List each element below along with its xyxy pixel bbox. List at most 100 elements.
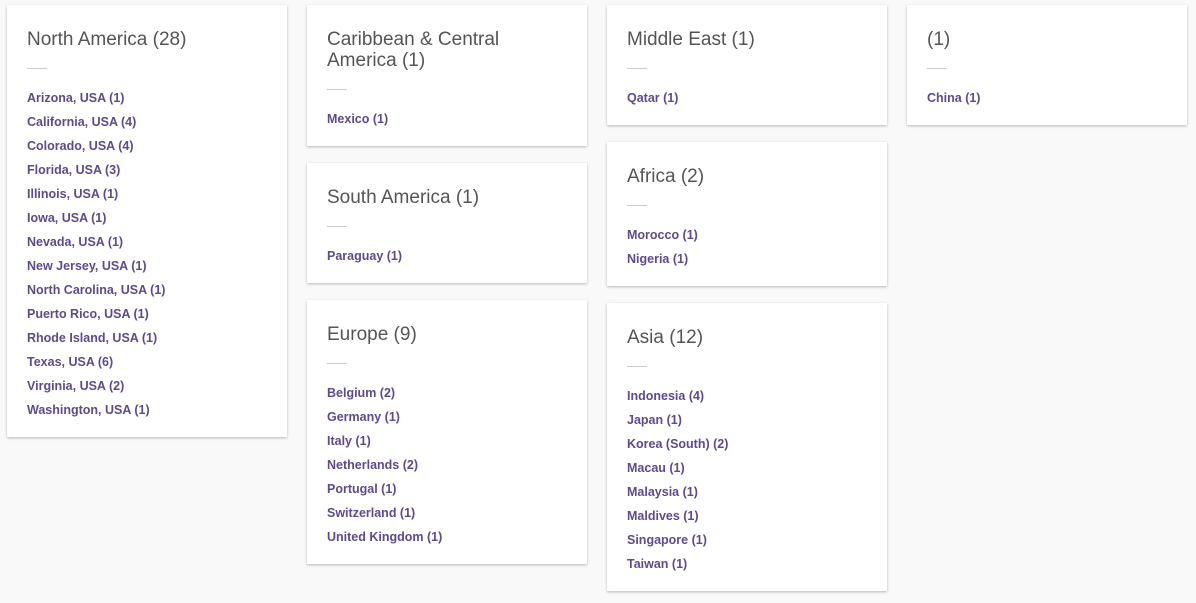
- list-item: Taiwan (1): [627, 552, 867, 576]
- list-item: Switzerland (1): [327, 501, 567, 525]
- list-item: Japan (1): [627, 408, 867, 432]
- list-item: Germany (1): [327, 405, 567, 429]
- location-link-belgium[interactable]: Belgium (2): [327, 381, 567, 405]
- column-0: North America (28) Arizona, USA (1) Califo…: [7, 5, 287, 454]
- location-link-washington-usa[interactable]: Washington, USA (1): [27, 398, 267, 422]
- title-divider: [327, 89, 347, 90]
- region-title: (1): [927, 29, 951, 50]
- list-item: Korea (South) (2): [627, 432, 867, 456]
- list-item: Iowa, USA (1): [27, 206, 267, 230]
- location-link-florida-usa[interactable]: Florida, USA (3): [27, 158, 267, 182]
- list-item: Nevada, USA (1): [27, 230, 267, 254]
- list-item: Maldives (1): [627, 504, 867, 528]
- column-2: Middle East (1) Qatar (1) Africa (2) Morocc…: [607, 5, 887, 603]
- location-link-texas-usa[interactable]: Texas, USA (6): [27, 350, 267, 374]
- region-title: Europe (9): [327, 324, 417, 345]
- region-title: South America (1): [327, 187, 480, 208]
- location-link-nigeria[interactable]: Nigeria (1): [627, 247, 867, 271]
- list-item: Qatar (1): [627, 86, 867, 110]
- location-link-new-jersey-usa[interactable]: New Jersey, USA (1): [27, 254, 267, 278]
- location-link-iowa-usa[interactable]: Iowa, USA (1): [27, 206, 267, 230]
- list-item: Indonesia (4): [627, 384, 867, 408]
- list-item: Rhode Island, USA (1): [27, 326, 267, 350]
- location-link-illinois-usa[interactable]: Illinois, USA (1): [27, 182, 267, 206]
- location-link-virginia-usa[interactable]: Virginia, USA (2): [27, 374, 267, 398]
- location-list: Mexico (1): [327, 107, 567, 131]
- location-link-taiwan[interactable]: Taiwan (1): [627, 552, 867, 576]
- list-item: Macau (1): [627, 456, 867, 480]
- title-divider: [327, 226, 347, 227]
- location-list: Paraguay (1): [327, 244, 567, 268]
- list-item: Malaysia (1): [627, 480, 867, 504]
- list-item: Puerto Rico, USA (1): [27, 302, 267, 326]
- region-card-asia: Asia (12) Indonesia (4) Japan (1) Korea (So…: [607, 303, 887, 591]
- location-list: China (1): [927, 86, 1167, 110]
- location-link-morocco[interactable]: Morocco (1): [627, 223, 867, 247]
- location-link-japan[interactable]: Japan (1): [627, 408, 867, 432]
- list-item: Netherlands (2): [327, 453, 567, 477]
- title-divider: [627, 205, 647, 206]
- region-card-europe: Europe (9) Belgium (2) Germany (1) Italy (1…: [307, 300, 587, 564]
- location-link-united-kingdom[interactable]: United Kingdom (1): [327, 525, 567, 549]
- location-link-italy[interactable]: Italy (1): [327, 429, 567, 453]
- list-item: Singapore (1): [627, 528, 867, 552]
- location-link-singapore[interactable]: Singapore (1): [627, 528, 867, 552]
- list-item: Virginia, USA (2): [27, 374, 267, 398]
- list-item: California, USA (4): [27, 110, 267, 134]
- location-link-qatar[interactable]: Qatar (1): [627, 86, 867, 110]
- list-item: Belgium (2): [327, 381, 567, 405]
- list-item: Paraguay (1): [327, 244, 567, 268]
- location-link-california-usa[interactable]: California, USA (4): [27, 110, 267, 134]
- title-divider: [927, 68, 947, 69]
- location-link-korea[interactable]: Korea (South) (2): [627, 432, 867, 456]
- location-link-china[interactable]: China (1): [927, 86, 1167, 110]
- list-item: United Kingdom (1): [327, 525, 567, 549]
- location-link-netherlands[interactable]: Netherlands (2): [327, 453, 567, 477]
- region-card-south-america: South America (1) Paraguay (1): [307, 163, 587, 283]
- location-link-colorado-usa[interactable]: Colorado, USA (4): [27, 134, 267, 158]
- column-3: (1) China (1): [907, 5, 1187, 142]
- list-item: Mexico (1): [327, 107, 567, 131]
- region-title: North America (28): [27, 29, 187, 50]
- location-link-maldives[interactable]: Maldives (1): [627, 504, 867, 528]
- location-list: Qatar (1): [627, 86, 867, 110]
- region-title: Asia (12): [627, 327, 704, 348]
- location-link-rhode-island-usa[interactable]: Rhode Island, USA (1): [27, 326, 267, 350]
- region-title: Caribbean & Central America (1): [327, 29, 500, 71]
- list-item: Nigeria (1): [627, 247, 867, 271]
- title-divider: [27, 68, 47, 69]
- location-link-malaysia[interactable]: Malaysia (1): [627, 480, 867, 504]
- list-item: New Jersey, USA (1): [27, 254, 267, 278]
- location-list: Arizona, USA (1) California, USA (4) Color…: [27, 86, 267, 422]
- location-link-mexico[interactable]: Mexico (1): [327, 107, 567, 131]
- list-item: Arizona, USA (1): [27, 86, 267, 110]
- region-card-africa: Africa (2) Morocco (1) Nigeria (1): [607, 142, 887, 286]
- region-card-unnamed: (1) China (1): [907, 5, 1187, 125]
- region-card-caribbean-central-america: Caribbean & Central America (1) Mexico (1…: [307, 5, 587, 146]
- location-link-macau[interactable]: Macau (1): [627, 456, 867, 480]
- location-link-puerto-rico-usa[interactable]: Puerto Rico, USA (1): [27, 302, 267, 326]
- location-link-germany[interactable]: Germany (1): [327, 405, 567, 429]
- list-item: Colorado, USA (4): [27, 134, 267, 158]
- location-link-paraguay[interactable]: Paraguay (1): [327, 244, 567, 268]
- title-divider: [627, 366, 647, 367]
- list-item: Italy (1): [327, 429, 567, 453]
- location-link-portugal[interactable]: Portugal (1): [327, 477, 567, 501]
- list-item: North Carolina, USA (1): [27, 278, 267, 302]
- location-link-nevada-usa[interactable]: Nevada, USA (1): [27, 230, 267, 254]
- list-item: China (1): [927, 86, 1167, 110]
- region-title: Africa (2): [627, 166, 705, 187]
- location-list: Indonesia (4) Japan (1) Korea (South) (2) M…: [627, 384, 867, 576]
- region-card-middle-east: Middle East (1) Qatar (1): [607, 5, 887, 125]
- region-title: Middle East (1): [627, 29, 755, 50]
- title-divider: [327, 363, 347, 364]
- location-list: Morocco (1) Nigeria (1): [627, 223, 867, 271]
- location-link-north-carolina-usa[interactable]: North Carolina, USA (1): [27, 278, 267, 302]
- region-card-grid: North America (28) Arizona, USA (1) Califo…: [0, 0, 1196, 603]
- location-link-indonesia[interactable]: Indonesia (4): [627, 384, 867, 408]
- location-link-arizona-usa[interactable]: Arizona, USA (1): [27, 86, 267, 110]
- title-divider: [627, 68, 647, 69]
- list-item: Morocco (1): [627, 223, 867, 247]
- location-link-switzerland[interactable]: Switzerland (1): [327, 501, 567, 525]
- list-item: Washington, USA (1): [27, 398, 267, 422]
